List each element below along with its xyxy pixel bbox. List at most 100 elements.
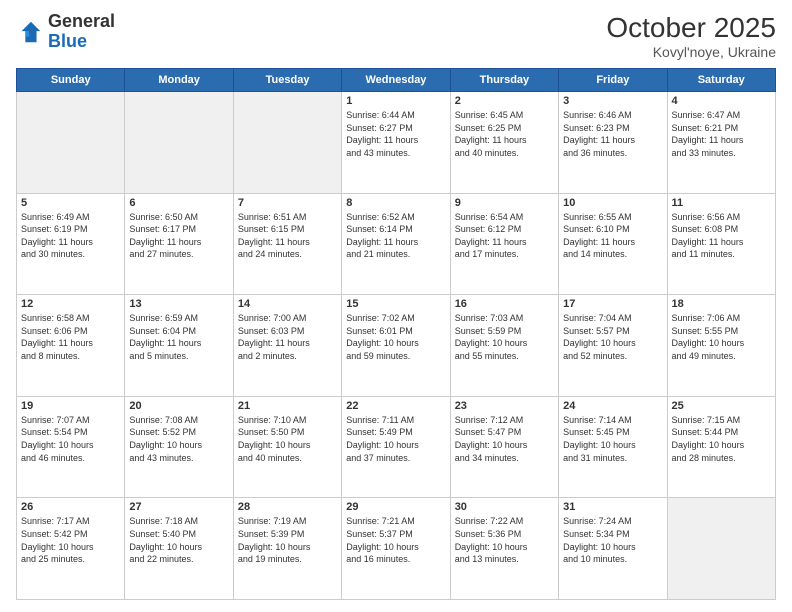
day-cell-9: 9 Sunrise: 6:54 AM Sunset: 6:12 PM Daylig… [450,193,558,295]
day-cell-12: 12 Sunrise: 6:58 AM Sunset: 6:06 PM Dayli… [17,295,125,397]
day-number: 4 [672,95,771,107]
week-row-1: 5 Sunrise: 6:49 AM Sunset: 6:19 PM Daylig… [17,193,776,295]
day-number: 25 [672,400,771,412]
logo-general-text: General [48,11,115,31]
day-info: Sunrise: 6:56 AM Sunset: 6:08 PM Dayligh… [672,211,771,261]
day-info: Sunrise: 7:06 AM Sunset: 5:55 PM Dayligh… [672,312,771,362]
day-info: Sunrise: 7:19 AM Sunset: 5:39 PM Dayligh… [238,515,337,565]
day-info: Sunrise: 6:51 AM Sunset: 6:15 PM Dayligh… [238,211,337,261]
day-header-wednesday: Wednesday [342,69,450,92]
day-info: Sunrise: 7:24 AM Sunset: 5:34 PM Dayligh… [563,515,662,565]
day-number: 14 [238,298,337,310]
day-number: 3 [563,95,662,107]
day-number: 12 [21,298,120,310]
day-info: Sunrise: 6:49 AM Sunset: 6:19 PM Dayligh… [21,211,120,261]
day-cell-27: 27Sunrise: 7:18 AM Sunset: 5:40 PM Dayli… [125,498,233,600]
day-number: 24 [563,400,662,412]
day-info: Sunrise: 6:54 AM Sunset: 6:12 PM Dayligh… [455,211,554,261]
day-number: 20 [129,400,228,412]
logo-blue-text: Blue [48,31,87,51]
day-info: Sunrise: 6:55 AM Sunset: 6:10 PM Dayligh… [563,211,662,261]
day-header-friday: Friday [559,69,667,92]
day-cell-20: 20Sunrise: 7:08 AM Sunset: 5:52 PM Dayli… [125,396,233,498]
header: General Blue October 2025 Kovyl'noye, Uk… [16,12,776,60]
day-number: 31 [563,501,662,513]
title-block: October 2025 Kovyl'noye, Ukraine [606,12,776,60]
logo-text: General Blue [48,12,115,52]
week-row-4: 26Sunrise: 7:17 AM Sunset: 5:42 PM Dayli… [17,498,776,600]
day-cell-8: 8Sunrise: 6:52 AM Sunset: 6:14 PM Daylig… [342,193,450,295]
day-number: 29 [346,501,445,513]
day-cell-29: 29 Sunrise: 7:21 AM Sunset: 5:37 PM Dayli… [342,498,450,600]
day-cell-10: 10 Sunrise: 6:55 AM Sunset: 6:10 PM Dayli… [559,193,667,295]
week-row-3: 19 Sunrise: 7:07 AM Sunset: 5:54 PM Dayli… [17,396,776,498]
day-cell-6: 6 Sunrise: 6:50 AM Sunset: 6:17 PM Daylig… [125,193,233,295]
day-number: 19 [21,400,120,412]
day-number: 15 [346,298,445,310]
week-row-0: 1 Sunrise: 6:44 AM Sunset: 6:27 PM Daylig… [17,92,776,194]
day-header-monday: Monday [125,69,233,92]
empty-cell [17,92,125,194]
day-info: Sunrise: 6:52 AM Sunset: 6:14 PM Dayligh… [346,211,445,261]
day-number: 28 [238,501,337,513]
day-info: Sunrise: 7:22 AM Sunset: 5:36 PM Dayligh… [455,515,554,565]
day-info: Sunrise: 7:04 AM Sunset: 5:57 PM Dayligh… [563,312,662,362]
logo: General Blue [16,12,115,52]
day-number: 30 [455,501,554,513]
day-info: Sunrise: 6:58 AM Sunset: 6:06 PM Dayligh… [21,312,120,362]
day-number: 6 [129,197,228,209]
day-number: 10 [563,197,662,209]
day-info: Sunrise: 7:11 AM Sunset: 5:49 PM Dayligh… [346,414,445,464]
day-number: 5 [21,197,120,209]
day-cell-11: 11 Sunrise: 6:56 AM Sunset: 6:08 PM Dayli… [667,193,775,295]
day-cell-23: 23 Sunrise: 7:12 AM Sunset: 5:47 PM Dayli… [450,396,558,498]
day-info: Sunrise: 7:15 AM Sunset: 5:44 PM Dayligh… [672,414,771,464]
day-cell-1: 1 Sunrise: 6:44 AM Sunset: 6:27 PM Daylig… [342,92,450,194]
day-info: Sunrise: 6:47 AM Sunset: 6:21 PM Dayligh… [672,109,771,159]
day-cell-7: 7 Sunrise: 6:51 AM Sunset: 6:15 PM Daylig… [233,193,341,295]
day-cell-3: 3Sunrise: 6:46 AM Sunset: 6:23 PM Daylig… [559,92,667,194]
day-info: Sunrise: 7:07 AM Sunset: 5:54 PM Dayligh… [21,414,120,464]
day-info: Sunrise: 7:17 AM Sunset: 5:42 PM Dayligh… [21,515,120,565]
day-info: Sunrise: 7:21 AM Sunset: 5:37 PM Dayligh… [346,515,445,565]
day-info: Sunrise: 7:00 AM Sunset: 6:03 PM Dayligh… [238,312,337,362]
day-cell-22: 22Sunrise: 7:11 AM Sunset: 5:49 PM Dayli… [342,396,450,498]
empty-cell [233,92,341,194]
day-cell-14: 14 Sunrise: 7:00 AM Sunset: 6:03 PM Dayli… [233,295,341,397]
day-number: 13 [129,298,228,310]
day-info: Sunrise: 7:02 AM Sunset: 6:01 PM Dayligh… [346,312,445,362]
calendar-table: SundayMondayTuesdayWednesdayThursdayFrid… [16,68,776,600]
day-cell-18: 18Sunrise: 7:06 AM Sunset: 5:55 PM Dayli… [667,295,775,397]
day-cell-25: 25 Sunrise: 7:15 AM Sunset: 5:44 PM Dayli… [667,396,775,498]
day-header-tuesday: Tuesday [233,69,341,92]
day-info: Sunrise: 6:50 AM Sunset: 6:17 PM Dayligh… [129,211,228,261]
day-cell-19: 19 Sunrise: 7:07 AM Sunset: 5:54 PM Dayli… [17,396,125,498]
day-cell-13: 13 Sunrise: 6:59 AM Sunset: 6:04 PM Dayli… [125,295,233,397]
day-info: Sunrise: 6:44 AM Sunset: 6:27 PM Dayligh… [346,109,445,159]
week-row-2: 12 Sunrise: 6:58 AM Sunset: 6:06 PM Dayli… [17,295,776,397]
day-cell-17: 17 Sunrise: 7:04 AM Sunset: 5:57 PM Dayli… [559,295,667,397]
day-number: 27 [129,501,228,513]
day-info: Sunrise: 6:59 AM Sunset: 6:04 PM Dayligh… [129,312,228,362]
day-cell-4: 4 Sunrise: 6:47 AM Sunset: 6:21 PM Daylig… [667,92,775,194]
day-number: 2 [455,95,554,107]
day-number: 11 [672,197,771,209]
day-number: 1 [346,95,445,107]
day-cell-5: 5 Sunrise: 6:49 AM Sunset: 6:19 PM Daylig… [17,193,125,295]
day-number: 21 [238,400,337,412]
day-info: Sunrise: 6:45 AM Sunset: 6:25 PM Dayligh… [455,109,554,159]
logo-icon [16,18,44,46]
day-info: Sunrise: 7:14 AM Sunset: 5:45 PM Dayligh… [563,414,662,464]
day-number: 9 [455,197,554,209]
day-cell-26: 26Sunrise: 7:17 AM Sunset: 5:42 PM Dayli… [17,498,125,600]
day-number: 17 [563,298,662,310]
day-number: 7 [238,197,337,209]
day-number: 23 [455,400,554,412]
day-header-row: SundayMondayTuesdayWednesdayThursdayFrid… [17,69,776,92]
empty-cell [667,498,775,600]
day-info: Sunrise: 7:12 AM Sunset: 5:47 PM Dayligh… [455,414,554,464]
day-header-sunday: Sunday [17,69,125,92]
day-info: Sunrise: 7:03 AM Sunset: 5:59 PM Dayligh… [455,312,554,362]
day-cell-21: 21Sunrise: 7:10 AM Sunset: 5:50 PM Dayli… [233,396,341,498]
day-cell-15: 15 Sunrise: 7:02 AM Sunset: 6:01 PM Dayli… [342,295,450,397]
